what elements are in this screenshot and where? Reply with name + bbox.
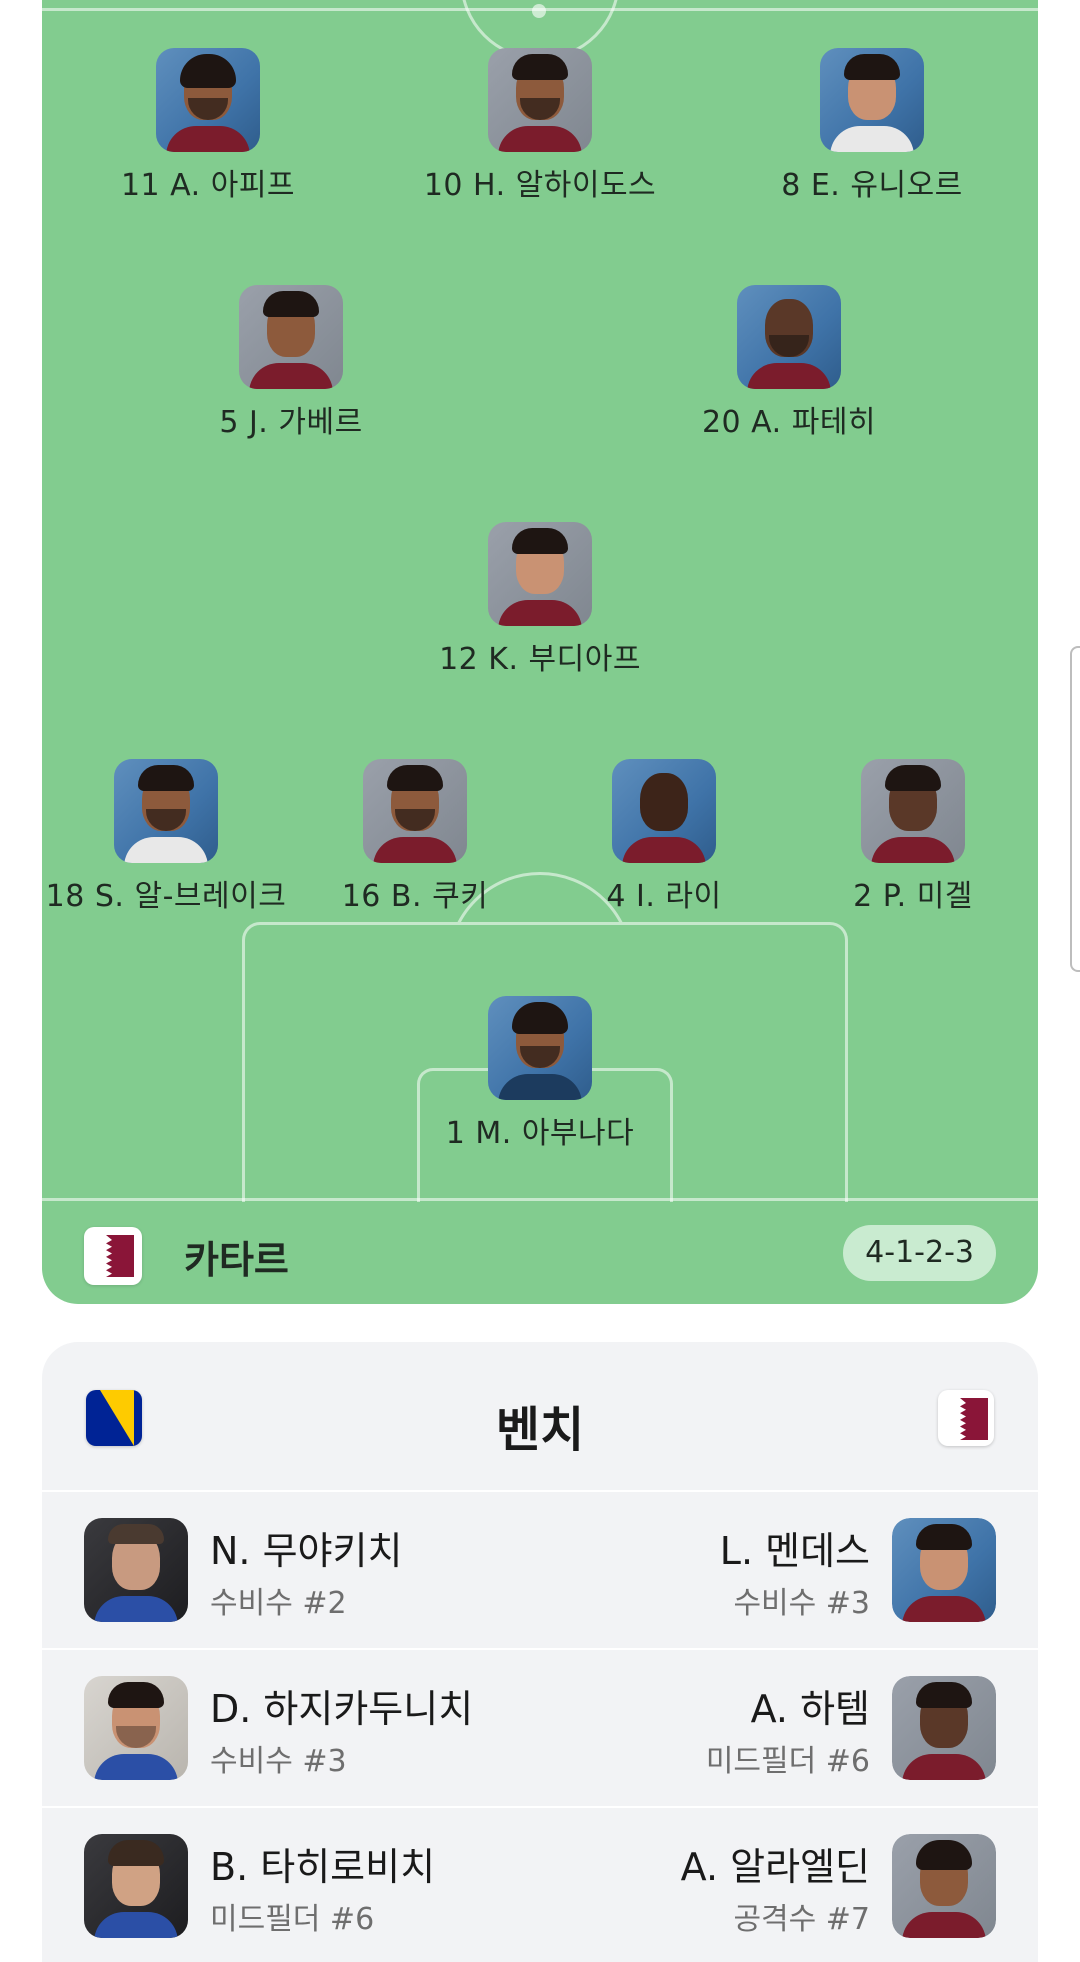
player-card[interactable]: 2 P. 미겔 <box>773 759 1038 915</box>
bench-player-position: 미드필더 #6 <box>210 1902 375 1937</box>
team-name: 카타르 <box>184 1238 289 1282</box>
player-card[interactable]: 12 K. 부디아프 <box>400 522 680 678</box>
player-photo <box>861 759 965 863</box>
bench-player-photo[interactable] <box>892 1518 996 1622</box>
player-name: 12 K. 부디아프 <box>439 642 641 677</box>
player-photo <box>239 285 343 389</box>
bench-player-position: 수비수 #2 <box>210 1586 347 1621</box>
player-photo <box>612 759 716 863</box>
player-photo <box>156 48 260 152</box>
player-card[interactable]: 11 A. 아피프 <box>68 48 348 204</box>
bench-title: 벤치 <box>495 1402 585 1458</box>
player-card[interactable]: 16 B. 쿠키 <box>275 759 555 915</box>
bench-player-photo[interactable] <box>892 1676 996 1780</box>
player-card[interactable]: 18 S. 알-브레이크 <box>42 759 306 915</box>
bench-player-position: 수비수 #3 <box>210 1744 347 1779</box>
player-photo <box>737 285 841 389</box>
bench-player-position: 수비수 #3 <box>733 1586 870 1621</box>
player-name: 2 P. 미겔 <box>853 879 973 914</box>
side-scroll-handle[interactable] <box>1070 646 1080 972</box>
player-photo <box>488 996 592 1100</box>
pitch: 11 A. 아피프 10 H. 알하이도스 8 E. 유니오르 5 J. 가베르… <box>42 0 1038 1304</box>
player-name: 16 B. 쿠키 <box>341 879 489 914</box>
bench-row: D. 하지카두니치 수비수 #3 A. 하템 미드필더 #6 <box>42 1650 1038 1808</box>
lineup-screen: 11 A. 아피프 10 H. 알하이도스 8 E. 유니오르 5 J. 가베르… <box>0 0 1080 1962</box>
bench-player-photo[interactable] <box>892 1834 996 1938</box>
bench-player-name[interactable]: D. 하지카두니치 <box>210 1678 473 1733</box>
player-name: 18 S. 알-브레이크 <box>45 879 287 914</box>
bench-row: B. 타히로비치 미드필더 #6 A. 알라엘딘 공격수 #7 <box>42 1808 1038 1962</box>
bench-player-photo[interactable] <box>84 1518 188 1622</box>
qatar-flag-icon <box>938 1390 994 1446</box>
bench-player-name[interactable]: A. 하템 <box>751 1678 870 1733</box>
bench-player-name[interactable]: A. 알라엘딘 <box>681 1836 870 1891</box>
bench-player-name[interactable]: L. 멘데스 <box>720 1520 870 1575</box>
bench-player-name[interactable]: N. 무야키치 <box>210 1520 402 1575</box>
player-name: 4 I. 라이 <box>606 879 722 914</box>
player-name: 10 H. 알하이도스 <box>423 168 657 203</box>
bench-player-name[interactable]: B. 타히로비치 <box>210 1836 435 1891</box>
player-name: 11 A. 아피프 <box>120 168 296 203</box>
bench-player-position: 미드필더 #6 <box>705 1744 870 1779</box>
team-bar: 카타르 4-1-2-3 <box>42 1201 1038 1304</box>
player-photo <box>488 522 592 626</box>
player-card[interactable]: 8 E. 유니오르 <box>732 48 1012 204</box>
bench-player-photo[interactable] <box>84 1676 188 1780</box>
player-name: 8 E. 유니오르 <box>781 168 963 203</box>
formation-badge: 4-1-2-3 <box>843 1225 996 1281</box>
player-name: 1 M. 아부나다 <box>445 1116 635 1151</box>
player-photo <box>363 759 467 863</box>
player-card[interactable]: 1 M. 아부나다 <box>400 996 680 1152</box>
player-photo <box>488 48 592 152</box>
player-card[interactable]: 10 H. 알하이도스 <box>400 48 680 204</box>
center-spot <box>532 4 546 18</box>
bench-panel: 벤치 N. 무야키치 수비수 #2 L. 멘데스 수비수 #3 D. 하지카두니… <box>42 1342 1038 1962</box>
player-photo <box>820 48 924 152</box>
bench-player-photo[interactable] <box>84 1834 188 1938</box>
player-card[interactable]: 5 J. 가베르 <box>151 285 431 441</box>
player-card[interactable]: 4 I. 라이 <box>524 759 804 915</box>
bench-header: 벤치 <box>42 1342 1038 1492</box>
player-card[interactable]: 20 A. 파테히 <box>649 285 929 441</box>
player-name: 20 A. 파테히 <box>701 405 877 440</box>
player-photo <box>114 759 218 863</box>
bench-player-position: 공격수 #7 <box>733 1902 870 1937</box>
player-name: 5 J. 가베르 <box>219 405 363 440</box>
bench-row: N. 무야키치 수비수 #2 L. 멘데스 수비수 #3 <box>42 1492 1038 1650</box>
qatar-flag-icon <box>84 1227 142 1285</box>
